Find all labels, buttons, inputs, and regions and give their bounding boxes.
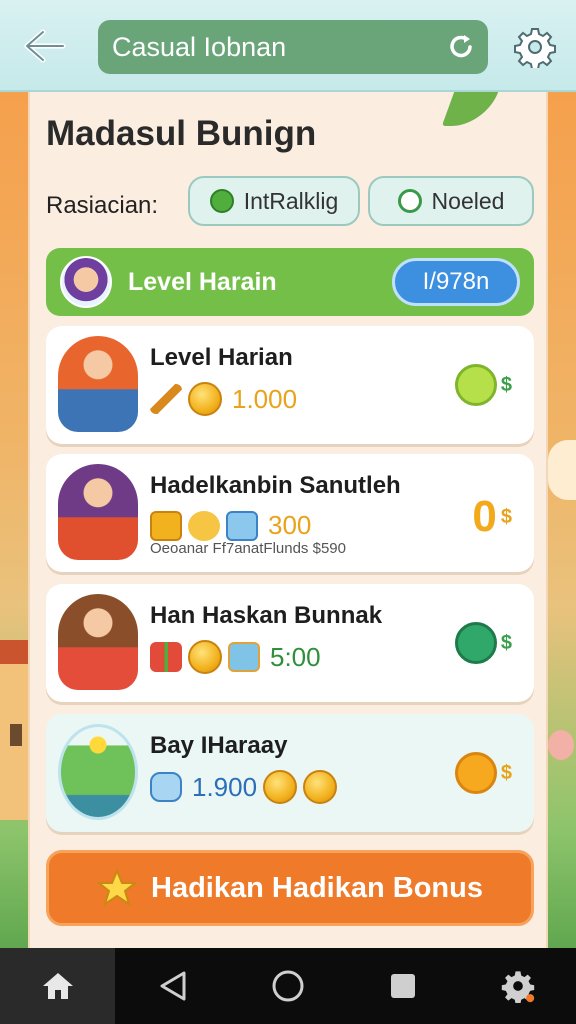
- filter-chip-noeled[interactable]: Noeled: [368, 176, 534, 226]
- page-title: Madasul Bunign: [46, 114, 317, 153]
- blue-gem-icon: [226, 510, 258, 541]
- system-nav-bar: [0, 948, 576, 1024]
- settings-icon: [502, 971, 535, 1003]
- nav-back[interactable]: [115, 948, 230, 1024]
- quest-card[interactable]: Level Harian 1.000 $: [46, 326, 534, 444]
- address-bar[interactable]: Casual Iobnan: [98, 20, 488, 74]
- nav-settings[interactable]: [461, 948, 576, 1024]
- sword-icon: [150, 384, 182, 414]
- reward-row: 5:00: [150, 640, 321, 674]
- quest-status: $: [454, 752, 512, 794]
- quest-status: $: [454, 364, 512, 406]
- card-icon: [228, 642, 260, 672]
- level-banner[interactable]: Level Harain I/978n: [46, 248, 534, 316]
- recents-square-icon: [391, 974, 416, 998]
- status-icon: [454, 622, 497, 664]
- gift-box-icon: [150, 642, 182, 672]
- reward-row: 300: [150, 510, 311, 541]
- nav-home-circle[interactable]: [230, 948, 345, 1024]
- currency-symbol: $: [500, 373, 512, 396]
- quest-status: 0 $: [472, 492, 512, 542]
- status-icon: [454, 752, 497, 794]
- tree-icon: [58, 724, 138, 820]
- reward-row: 1.000: [150, 382, 297, 416]
- home-circle-icon: [272, 970, 304, 1002]
- leaf-icon: [209, 189, 234, 213]
- quest-name: Level Harian: [150, 344, 293, 371]
- address-bar-text: Casual Iobnan: [112, 31, 287, 62]
- reward-row: 1.900: [150, 770, 338, 804]
- reward-amount: 300: [268, 510, 312, 540]
- back-triangle-icon: [160, 971, 186, 1001]
- quest-subtitle: Oeoanar Ff7anatFlunds $590: [150, 540, 346, 557]
- coin-icon: [188, 640, 222, 674]
- arrow-left-icon: [24, 29, 66, 63]
- wifi-coin-icon: [188, 510, 220, 541]
- avatar: [58, 336, 138, 432]
- cloud-illustration: [548, 440, 576, 500]
- quest-name: Han Haskan Bunnak: [150, 602, 383, 629]
- home-icon: [42, 973, 73, 999]
- reload-icon[interactable]: [446, 32, 476, 62]
- status-count: 0: [472, 492, 497, 541]
- currency-symbol: $: [500, 631, 512, 654]
- quest-status: $: [454, 622, 512, 664]
- coin-icon: [188, 382, 222, 416]
- gear-icon[interactable]: [514, 26, 556, 68]
- house-illustration: [0, 640, 30, 820]
- back-button[interactable]: [18, 24, 70, 68]
- filter-chip-intralklig[interactable]: IntRalklig: [188, 176, 360, 226]
- nav-recents[interactable]: [346, 948, 461, 1024]
- chip-label: Noeled: [431, 187, 505, 214]
- currency-symbol: $: [500, 505, 512, 528]
- top-bar: Casual Iobnan: [0, 0, 576, 92]
- star-icon: [97, 868, 138, 907]
- leaf-decoration: [441, 92, 499, 126]
- quest-card[interactable]: Hadelkanbin Sanutleh 300 Oeoanar Ff7anat…: [46, 454, 534, 572]
- background-left: [0, 92, 30, 952]
- coin-icon: [303, 770, 338, 804]
- bonus-button-label: Hadikan Hadikan Bonus: [151, 871, 483, 904]
- quest-name: Bay IHaraay: [150, 732, 288, 759]
- filter-label: Rasiacian:: [46, 192, 159, 219]
- quest-card[interactable]: Han Haskan Bunnak 5:00 $: [46, 584, 534, 702]
- chip-label: IntRalklig: [243, 187, 339, 214]
- coin-square-icon: [150, 510, 182, 541]
- status-icon: [454, 364, 497, 406]
- level-banner-label: Level Harain: [128, 267, 277, 296]
- background-right: [546, 92, 576, 952]
- quest-name: Hadelkanbin Sanutleh: [150, 472, 401, 499]
- reward-amount: 5:00: [270, 641, 321, 672]
- pig-illustration: [548, 730, 574, 760]
- reward-amount: 1.900: [192, 771, 258, 802]
- coin-icon: [263, 770, 298, 804]
- reward-amount: 1.000: [232, 383, 298, 414]
- level-pill[interactable]: I/978n: [392, 258, 520, 306]
- blue-gem-icon: [150, 772, 182, 802]
- avatar: [58, 594, 138, 690]
- avatar: [60, 256, 112, 308]
- avatar: [58, 464, 138, 560]
- main-panel: Madasul Bunign Rasiacian: IntRalklig Noe…: [28, 92, 548, 950]
- currency-symbol: $: [500, 761, 512, 784]
- bonus-button[interactable]: Hadikan Hadikan Bonus: [46, 850, 534, 926]
- quest-card[interactable]: Bay IHaraay 1.900 $: [46, 714, 534, 832]
- nav-home[interactable]: [0, 948, 116, 1024]
- search-icon: [397, 189, 422, 213]
